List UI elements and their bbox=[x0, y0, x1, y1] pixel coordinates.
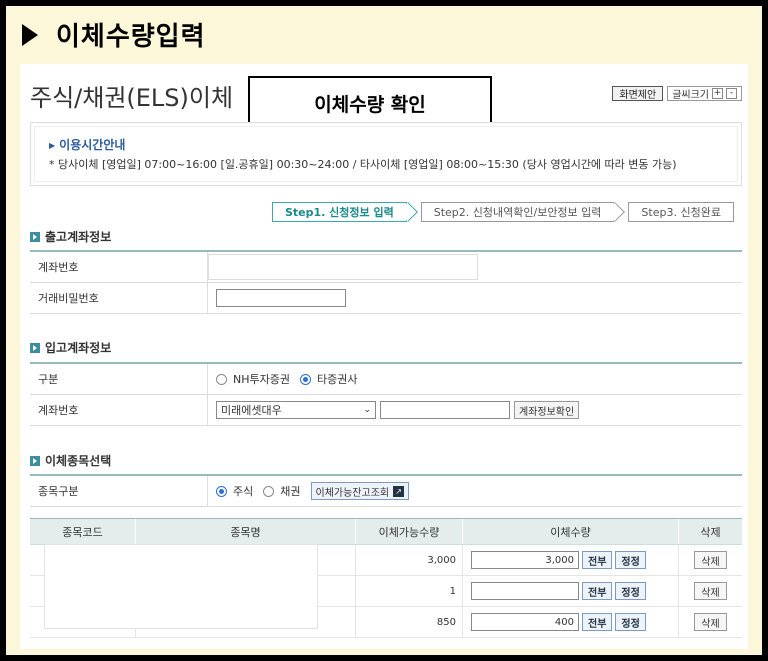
radio-nh-label: NH투자증권 bbox=[233, 373, 290, 386]
withdraw-account-field[interactable] bbox=[208, 254, 478, 280]
balance-inquiry-button[interactable]: 이체가능잔고조회 ↗ bbox=[310, 482, 410, 500]
slide-frame: 이체수량입력 주식/채권(ELS)이체 이체수량 확인 화면제안 글씨크기 + … bbox=[6, 6, 762, 655]
transfer-qty-input[interactable] bbox=[471, 582, 579, 600]
deposit-form: 구분 NH투자증권 타증권사 계좌번호 미래에셋대우 ⌄ 계좌정보확인 bbox=[30, 362, 742, 426]
edit-button[interactable]: 정정 bbox=[615, 613, 646, 631]
withdraw-section-title: 출고계좌정보 bbox=[30, 228, 111, 245]
deposit-account-input[interactable] bbox=[380, 401, 510, 419]
font-size-control: 글씨크기 + - bbox=[667, 86, 742, 101]
section-bullet-icon bbox=[30, 455, 40, 466]
step-2: Step2. 신청내역확인/보안정보 입력 bbox=[420, 202, 615, 222]
section-bullet-icon bbox=[30, 231, 40, 242]
font-increase-button[interactable]: + bbox=[712, 88, 723, 99]
edit-button[interactable]: 정정 bbox=[615, 582, 646, 600]
play-arrow-icon bbox=[22, 23, 38, 46]
font-decrease-button[interactable]: - bbox=[726, 88, 737, 99]
radio-nh[interactable] bbox=[216, 373, 227, 385]
header-qty: 이체수량 bbox=[463, 519, 679, 544]
deposit-account-label: 계좌번호 bbox=[30, 395, 208, 425]
transfer-qty-input[interactable]: 400 bbox=[471, 613, 579, 631]
screen-limit-button[interactable]: 화면제안 bbox=[612, 86, 664, 101]
deposit-type-row: 구분 NH투자증권 타증권사 bbox=[30, 364, 742, 395]
delete-button[interactable]: 삭제 bbox=[694, 582, 727, 600]
all-button[interactable]: 전부 bbox=[582, 551, 613, 569]
all-button[interactable]: 전부 bbox=[582, 613, 613, 631]
radio-stock-label: 주식 bbox=[233, 485, 254, 498]
slide-title: 이체수량입력 bbox=[22, 16, 206, 53]
top-toolbar: 화면제안 글씨크기 + - bbox=[612, 86, 742, 101]
item-type-row: 종목구분 주식 채권 이체가능잔고조회 ↗ bbox=[30, 476, 742, 507]
font-size-label: 글씨크기 bbox=[672, 90, 709, 101]
available-qty: 1 bbox=[356, 576, 463, 606]
edit-button[interactable]: 정정 bbox=[615, 551, 646, 569]
delete-button[interactable]: 삭제 bbox=[694, 551, 727, 569]
time-info-box: 이용시간안내 * 당사이체 [영업일] 07:00~16:00 [일.공휴일] … bbox=[30, 122, 742, 186]
chevron-down-icon: ⌄ bbox=[363, 405, 371, 415]
step-1: Step1. 신청정보 입력 bbox=[272, 202, 407, 222]
delete-button[interactable]: 삭제 bbox=[694, 613, 727, 631]
all-button[interactable]: 전부 bbox=[582, 582, 613, 600]
radio-other-broker-label: 타증권사 bbox=[316, 373, 358, 386]
step-indicator: Step1. 신청정보 입력 Step2. 신청내역확인/보안정보 입력 Ste… bbox=[272, 202, 748, 222]
time-info-text: * 당사이체 [영업일] 07:00~16:00 [일.공휴일] 00:30~2… bbox=[49, 158, 677, 171]
popup-icon: ↗ bbox=[393, 485, 405, 497]
available-qty: 850 bbox=[356, 607, 463, 637]
grid-header: 종목코드 종목명 이체가능수량 이체수량 삭제 bbox=[30, 519, 742, 545]
header-delete: 삭제 bbox=[700, 525, 721, 539]
confirm-account-button[interactable]: 계좌정보확인 bbox=[514, 401, 580, 419]
password-row: 거래비밀번호 bbox=[30, 283, 742, 314]
password-input[interactable] bbox=[216, 289, 346, 307]
section-bullet-icon bbox=[30, 342, 40, 353]
item-type-label: 종목구분 bbox=[30, 476, 208, 506]
item-section-title: 이체종목선택 bbox=[30, 452, 111, 469]
header-available: 이체가능수량 bbox=[356, 519, 463, 544]
deposit-section-title: 입고계좌정보 bbox=[30, 339, 111, 356]
radio-bond[interactable] bbox=[263, 485, 275, 497]
radio-other-broker[interactable] bbox=[299, 373, 311, 385]
header-name: 종목명 bbox=[136, 519, 356, 544]
item-select-form: 종목구분 주식 채권 이체가능잔고조회 ↗ bbox=[30, 474, 742, 507]
broker-select[interactable]: 미래에셋대우 ⌄ bbox=[216, 401, 376, 419]
available-qty: 3,000 bbox=[356, 545, 463, 575]
page-title: 주식/채권(ELS)이체 bbox=[30, 84, 234, 112]
withdraw-account-row: 계좌번호 bbox=[30, 252, 742, 283]
deposit-account-row: 계좌번호 미래에셋대우 ⌄ 계좌정보확인 bbox=[30, 395, 742, 426]
transfer-panel: 주식/채권(ELS)이체 이체수량 확인 화면제안 글씨크기 + - 이용시간안… bbox=[20, 64, 748, 649]
header-code: 종목코드 bbox=[30, 519, 136, 544]
password-label: 거래비밀번호 bbox=[30, 283, 208, 313]
masked-item-area bbox=[44, 544, 318, 629]
withdraw-account-label: 계좌번호 bbox=[30, 252, 208, 282]
radio-stock[interactable] bbox=[216, 485, 227, 497]
step-3: Step3. 신청완료 bbox=[628, 202, 734, 222]
withdraw-form: 계좌번호 거래비밀번호 bbox=[30, 250, 742, 314]
deposit-type-label: 구분 bbox=[30, 364, 208, 394]
time-info-title: 이용시간안내 bbox=[49, 136, 125, 153]
radio-bond-label: 채권 bbox=[280, 485, 301, 498]
slide-title-text: 이체수량입력 bbox=[56, 22, 206, 52]
transfer-qty-input[interactable]: 3,000 bbox=[471, 551, 579, 569]
